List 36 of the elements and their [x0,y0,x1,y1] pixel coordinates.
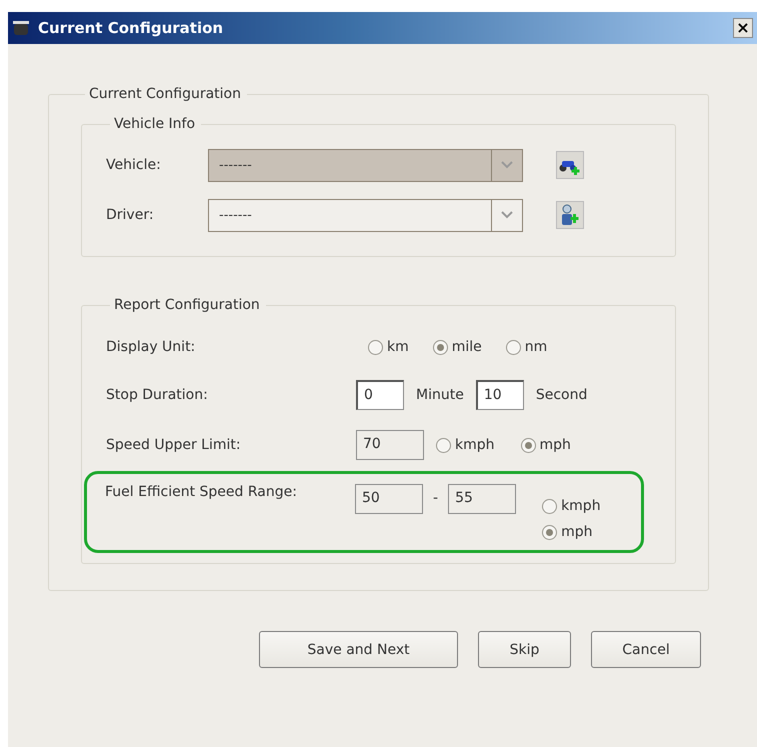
radio-option[interactable]: kmph [436,437,495,453]
radio-option[interactable]: nm [506,339,548,355]
dialog-button[interactable]: Save and Next [259,631,458,668]
radio-option[interactable]: mile [432,339,482,355]
dialog-button[interactable]: Skip [478,631,571,668]
add-driver-button[interactable] [556,201,584,229]
unit-label: Second [536,387,588,403]
radio-option[interactable]: mph [542,524,592,540]
person-add-icon [559,204,581,226]
group-title: Report Configuration [113,297,261,313]
field-label: Driver: [106,207,155,223]
input-field[interactable]: 55 [448,484,516,514]
input-field[interactable]: 50 [355,484,423,514]
dropdown[interactable]: ------- [208,198,523,232]
group-title: Current Configuration [88,86,242,102]
field-label: Stop Duration: [106,387,209,403]
field-label: Vehicle: [106,157,162,173]
dialog-button[interactable]: Cancel [591,631,701,668]
close-button[interactable]: × [733,18,753,38]
input-field[interactable]: 70 [356,430,424,460]
window-title: Current Configuration [38,19,224,37]
radio-option[interactable]: km [368,339,409,355]
field-label: Fuel Efficient Speed Range: [105,484,298,500]
input-field[interactable]: 0 [356,380,404,410]
range-separator: - [433,489,438,506]
app-icon [12,20,30,36]
radio-option[interactable]: kmph [542,498,601,514]
unit-label: Minute [416,387,464,403]
radio-option[interactable]: mph [520,437,571,453]
field-label: Display Unit: [106,339,196,355]
chevron-down-icon [501,161,513,169]
add-vehicle-button[interactable] [556,151,584,179]
group-title: Vehicle Info [113,116,196,132]
field-label: Speed Upper Limit: [106,437,242,453]
input-field[interactable]: 10 [476,380,524,410]
chevron-down-icon [501,211,513,219]
